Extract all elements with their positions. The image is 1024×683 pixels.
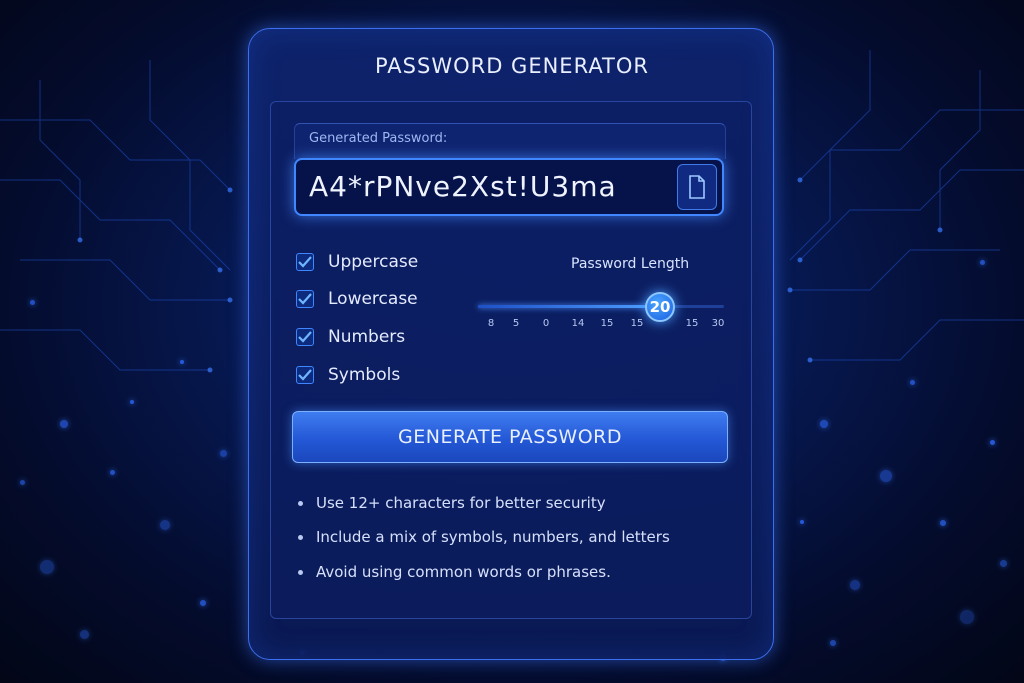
- tip-item: Avoid using common words or phrases.: [298, 563, 611, 581]
- option-uppercase[interactable]: Uppercase: [296, 251, 418, 273]
- password-value[interactable]: A4*rPNve2Xst!U3ma: [309, 170, 617, 203]
- tip-text: Avoid using common words or phrases.: [316, 563, 611, 581]
- length-slider-fill: [478, 305, 661, 308]
- slider-tick-label: 14: [571, 318, 585, 329]
- slider-tick-label: 30: [711, 318, 725, 329]
- tip-item: Use 12+ characters for better security: [298, 494, 606, 512]
- password-length-label: Password Length: [571, 256, 690, 272]
- bullet-icon: [298, 534, 303, 540]
- password-label: Generated Password:: [309, 131, 448, 146]
- slider-tick-label: 5: [512, 318, 520, 329]
- checkmark-icon: [298, 256, 312, 268]
- app-title: PASSWORD GENERATOR: [374, 54, 650, 78]
- option-numbers[interactable]: Numbers: [296, 326, 405, 348]
- option-label: Numbers: [328, 327, 406, 347]
- bullet-icon: [298, 569, 303, 575]
- bullet-icon: [298, 500, 303, 506]
- checkmark-icon: [298, 331, 312, 343]
- tip-text: Include a mix of symbols, numbers, and l…: [316, 528, 670, 546]
- slider-tick-label: 15: [685, 318, 699, 329]
- checkmark-icon: [298, 369, 312, 381]
- length-slider-thumb[interactable]: 20: [645, 292, 676, 322]
- checkbox-lowercase[interactable]: [296, 290, 314, 308]
- option-label: Lowercase: [328, 289, 418, 309]
- slider-tick-label: 0: [542, 318, 550, 329]
- option-symbols[interactable]: Symbols: [296, 364, 400, 386]
- slider-tick-label: 15: [630, 318, 644, 329]
- option-lowercase[interactable]: Lowercase: [296, 288, 418, 310]
- slider-tick-label: 8: [487, 318, 495, 329]
- slider-tick-label: 15: [600, 318, 614, 329]
- generate-password-button[interactable]: GENERATE PASSWORD: [292, 411, 728, 463]
- option-label: Symbols: [328, 365, 401, 385]
- copy-button[interactable]: [677, 164, 717, 210]
- checkbox-uppercase[interactable]: [296, 253, 314, 271]
- tip-text: Use 12+ characters for better security: [316, 494, 606, 512]
- option-label: Uppercase: [328, 252, 419, 272]
- checkbox-symbols[interactable]: [296, 366, 314, 384]
- tip-item: Include a mix of symbols, numbers, and l…: [298, 528, 670, 546]
- checkmark-icon: [298, 293, 312, 305]
- checkbox-numbers[interactable]: [296, 328, 314, 346]
- copy-icon: [689, 175, 705, 199]
